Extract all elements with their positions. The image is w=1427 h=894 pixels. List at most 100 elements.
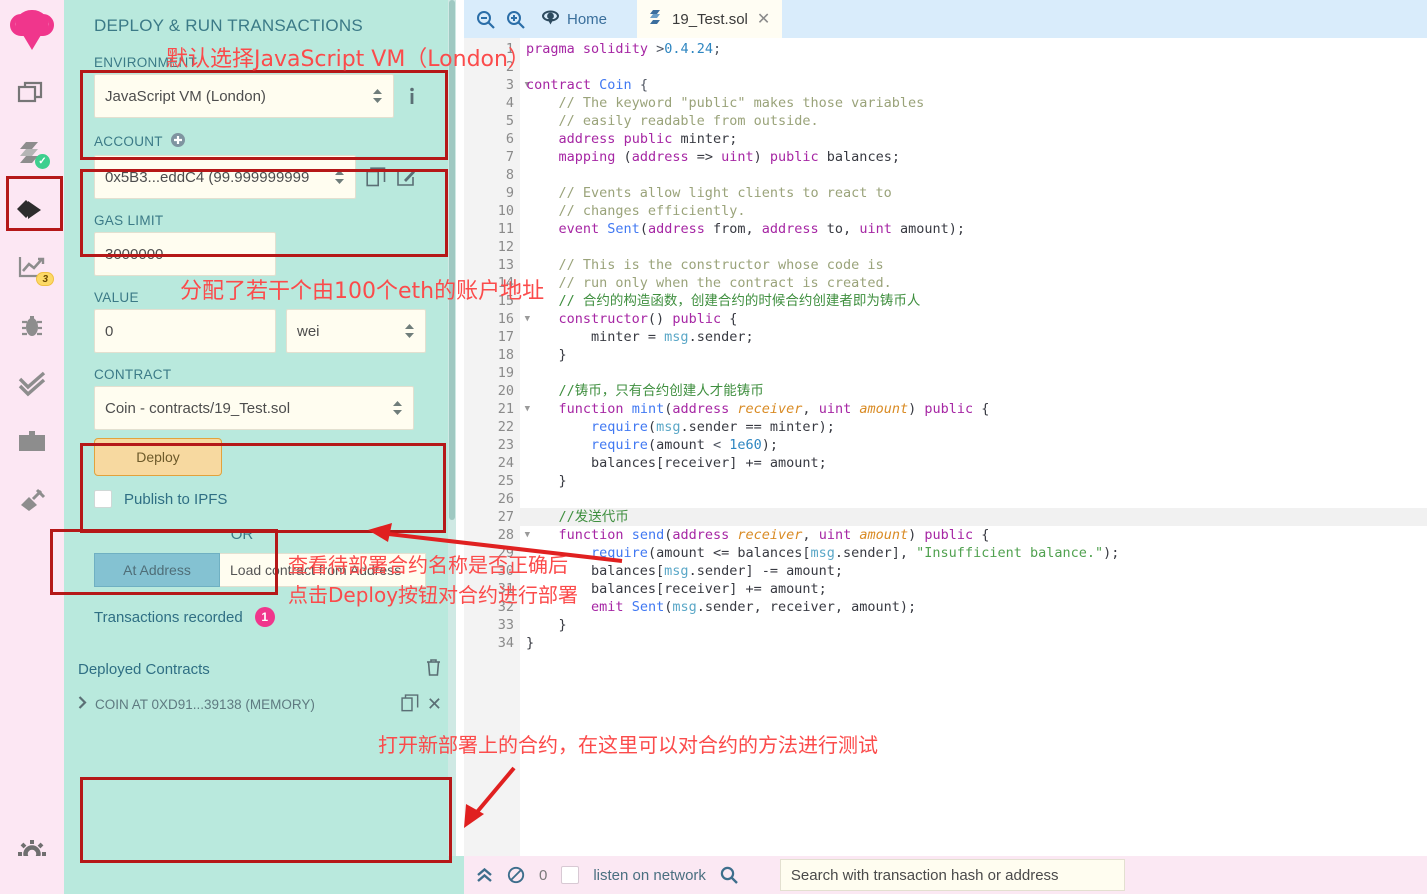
file-explorer-icon[interactable] <box>8 68 56 120</box>
code-line: } <box>526 617 567 633</box>
copy-contract-address-icon[interactable] <box>401 693 419 715</box>
transactions-recorded-count: 1 <box>254 607 275 627</box>
code-line: emit Sent(msg.sender, receiver, amount); <box>591 599 917 615</box>
clear-deployed-contracts-trash-icon[interactable] <box>425 658 442 681</box>
annotation-deploy-click: 点击Deploy按钮对合约进行部署 <box>288 583 579 607</box>
line-number: 12 <box>497 239 514 255</box>
line-number: 10 <box>497 203 514 219</box>
annotation-contract-check: 查看待部署合约名称是否正确后 <box>288 553 568 577</box>
icon-bar: ✓ 3 <box>0 0 64 894</box>
clear-terminal-icon[interactable] <box>507 866 525 884</box>
add-account-icon[interactable] <box>170 132 186 151</box>
value-unit-select[interactable]: wei <box>286 309 426 353</box>
deployed-contracts-header: Deployed Contracts <box>64 651 456 687</box>
line-number: 11 <box>497 221 514 237</box>
line-number: 23 <box>497 437 514 453</box>
at-address-button[interactable]: At Address <box>94 553 220 587</box>
value-input[interactable]: 0 <box>94 309 276 353</box>
code-line: function send(address receiver, uint amo… <box>558 527 990 543</box>
edit-account-icon[interactable] <box>396 167 416 187</box>
pending-transactions-count: 0 <box>539 866 548 884</box>
code-line: balances[msg.sender] -= amount; <box>526 563 843 579</box>
publish-ipfs-row: Publish to IPFS <box>64 476 456 508</box>
debugger-bug-icon[interactable] <box>8 300 56 352</box>
documentation-book-icon[interactable] <box>8 416 56 468</box>
solidity-compiler-icon[interactable]: ✓ <box>8 126 56 178</box>
gas-limit-value: 3000000 <box>105 245 164 263</box>
deployed-contract-row[interactable]: COIN AT 0XD91...39138 (MEMORY) ✕ <box>64 687 456 721</box>
environment-info-icon[interactable] <box>404 86 420 106</box>
editor-tab-bar: Home 19_Test.sol ✕ <box>464 0 1427 38</box>
code-line: // run only when the contract is created… <box>526 275 892 291</box>
code-line: require(msg.sender == minter); <box>591 419 835 435</box>
tab-home[interactable]: Home <box>532 0 617 38</box>
line-number: 5 <box>505 113 514 129</box>
line-number: 24 <box>497 455 514 471</box>
zoom-in-icon[interactable] <box>502 6 528 32</box>
solidity-analyzers-icon[interactable]: 3 <box>8 242 56 294</box>
deploy-button[interactable]: Deploy <box>94 438 222 476</box>
line-number: 20 <box>497 383 514 399</box>
line-number: 17 <box>497 329 514 345</box>
sidebar-item-deploy-run-transactions[interactable] <box>8 184 56 236</box>
contract-select[interactable]: Coin - contracts/19_Test.sol <box>94 386 414 430</box>
listen-on-network-checkbox[interactable] <box>561 866 580 884</box>
code-line: pragma solidity >0.4.24; <box>526 41 722 57</box>
or-divider-label: OR <box>230 526 254 543</box>
plugin-manager-plug-icon[interactable] <box>8 474 56 526</box>
close-tab-icon[interactable]: ✕ <box>757 9 770 29</box>
code-line: balances[receiver] += amount; <box>526 581 827 597</box>
code-line: function mint(address receiver, uint amo… <box>558 401 990 417</box>
solidity-unit-testing-icon[interactable] <box>8 358 56 410</box>
code-line: // The keyword "public" makes those vari… <box>526 95 925 111</box>
remove-contract-close-icon[interactable]: ✕ <box>427 695 442 713</box>
line-number: 7 <box>505 149 514 165</box>
code-line: require(amount <= balances[msg.sender], … <box>591 545 1120 561</box>
panel-scrollbar[interactable] <box>448 0 456 894</box>
line-number: 33 <box>497 617 514 633</box>
remix-logo-icon[interactable] <box>8 6 56 50</box>
chevron-updown-icon <box>334 169 345 185</box>
transaction-search-input[interactable]: Search with transaction hash or address <box>779 859 1125 891</box>
deployed-contracts-section: Deployed Contracts COIN AT 0XD91...39138… <box>64 651 456 721</box>
line-number: 8 <box>505 167 514 183</box>
deployed-contracts-title: Deployed Contracts <box>78 660 210 678</box>
copy-account-icon[interactable] <box>366 167 386 187</box>
listen-on-network-label: listen on network <box>593 866 706 884</box>
iconbar-bottom-filler <box>0 856 64 894</box>
code-line: mapping (address => uint) public balance… <box>558 149 900 165</box>
tab-19-test-sol[interactable]: 19_Test.sol ✕ <box>637 0 783 38</box>
code-line: minter = msg.sender; <box>526 329 754 345</box>
contract-label: CONTRACT <box>94 367 172 382</box>
gas-limit-label: GAS LIMIT <box>94 213 164 228</box>
chevron-updown-icon <box>392 400 403 416</box>
line-number: 21 ▼ <box>497 401 530 417</box>
line-number: 28 ▼ <box>497 527 530 543</box>
environment-select[interactable]: JavaScript VM (London) <box>94 74 394 118</box>
line-number: 3 ▼ <box>505 77 530 93</box>
account-select[interactable]: 0x5B3...eddC4 (99.999999999 <box>94 155 356 199</box>
code-line: // easily readable from outside. <box>526 113 819 129</box>
zoom-out-icon[interactable] <box>472 6 498 32</box>
line-number: 4 <box>505 95 514 111</box>
contract-field: CONTRACT Coin - contracts/19_Test.sol <box>64 367 456 430</box>
expand-chevron-right-icon[interactable] <box>78 696 87 712</box>
expand-terminal-chevron-up-icon[interactable] <box>476 867 493 883</box>
publish-ipfs-checkbox[interactable] <box>94 490 112 508</box>
line-number: 18 <box>497 347 514 363</box>
terminal-bar: 0 listen on network Search with transact… <box>464 856 1427 894</box>
environment-value: JavaScript VM (London) <box>105 87 266 105</box>
line-number: 26 <box>497 491 514 507</box>
line-number: 13 <box>497 257 514 273</box>
gas-limit-input[interactable]: 3000000 <box>94 232 276 276</box>
account-label: ACCOUNT <box>94 132 426 151</box>
line-number: 25 <box>497 473 514 489</box>
line-number: 22 <box>497 419 514 435</box>
search-icon[interactable] <box>720 866 738 884</box>
gas-limit-field: GAS LIMIT 3000000 <box>64 213 456 276</box>
